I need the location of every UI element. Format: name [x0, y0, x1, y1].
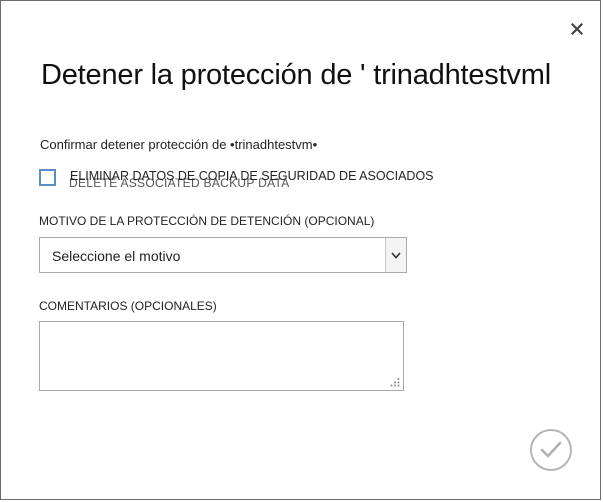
reason-select-value: Seleccione el motivo — [52, 248, 181, 264]
delete-backup-option[interactable]: DELETE ASSOCIATED BACKUP DATA ELIMINAR D… — [39, 166, 459, 190]
dialog-title: Detener la protección de ' trinadhtestvm… — [41, 59, 551, 91]
chevron-down-icon — [391, 251, 401, 259]
delete-backup-checkbox[interactable] — [39, 169, 56, 186]
resize-grip-icon[interactable] — [390, 377, 400, 387]
close-icon — [571, 23, 583, 35]
comments-label: COMENTARIOS (OPCIONALES) — [39, 299, 217, 313]
reason-dropdown-button[interactable] — [385, 238, 406, 272]
delete-backup-label: ELIMINAR DATOS DE COPIA DE SEGURIDAD DE … — [70, 169, 434, 183]
reason-label: MOTIVO DE LA PROTECCIÓN DE DETENCIÓN (OP… — [39, 214, 375, 228]
close-button[interactable] — [567, 19, 587, 39]
checkmark-icon — [540, 441, 562, 458]
confirm-text: Confirmar detener protección de •trinadh… — [40, 137, 318, 152]
ok-button[interactable] — [530, 429, 572, 471]
stop-protection-dialog: Detener la protección de ' trinadhtestvm… — [0, 0, 601, 500]
comments-textarea[interactable] — [39, 321, 404, 391]
reason-select[interactable]: Seleccione el motivo — [39, 237, 407, 273]
